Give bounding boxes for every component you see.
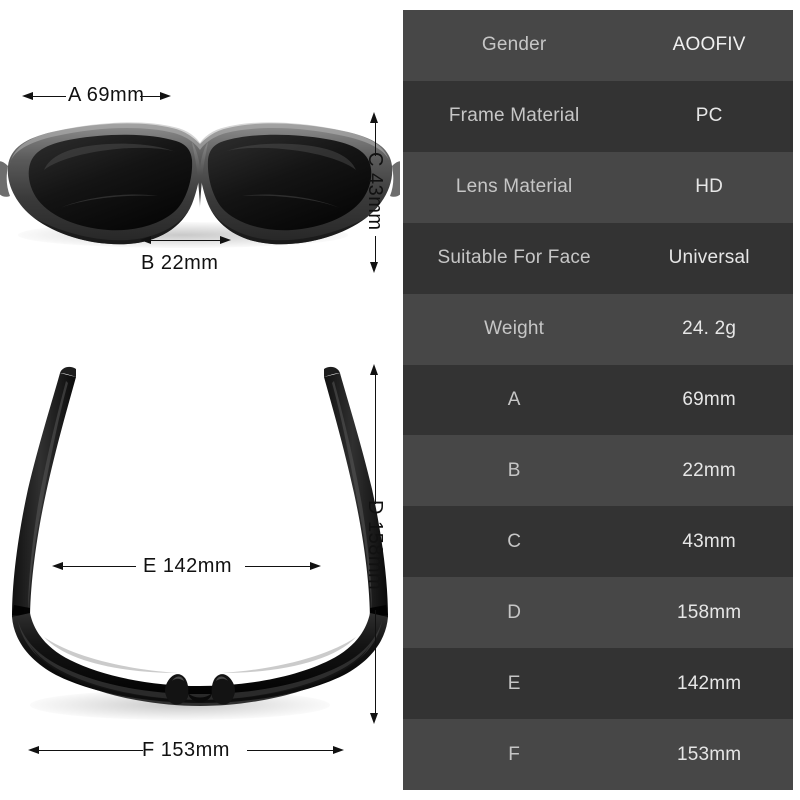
specification-table: Gender AOOFIV Frame Material PC Lens Materia… — [403, 10, 793, 790]
spec-value: Universal — [668, 247, 750, 269]
product-spec-image: A 69mm B 22mm C 43mm E 142mm F 153mm D 1… — [0, 0, 800, 800]
dim-d-line-top — [374, 374, 376, 504]
dim-d-label: D 158mm — [364, 500, 386, 591]
spec-value: HD — [695, 176, 724, 198]
dim-a-line-right — [140, 96, 162, 97]
spec-value: AOOFIV — [672, 34, 746, 56]
dim-e-line-left — [62, 566, 136, 567]
dim-f-line-left — [38, 750, 143, 751]
dim-a-label: A 69mm — [68, 84, 145, 106]
spec-value: PC — [695, 105, 723, 127]
dim-d-line-bottom — [374, 610, 376, 715]
spec-key: Gender — [481, 34, 547, 56]
dim-c-line-bottom — [374, 236, 376, 264]
table-row: A 69mm — [403, 364, 793, 436]
spec-key: Suitable For Face — [437, 247, 591, 269]
dim-a-arrow-right — [160, 92, 171, 100]
sunglasses-top-illustration — [12, 366, 388, 706]
table-row: Suitable For Face Universal — [403, 222, 793, 294]
spec-value: 24. 2g — [682, 318, 737, 340]
dim-b-label: B 22mm — [141, 252, 219, 274]
dim-f-label: F 153mm — [142, 739, 230, 761]
diagram-panel: A 69mm B 22mm C 43mm E 142mm F 153mm D 1… — [0, 0, 400, 800]
spec-value: 22mm — [682, 459, 736, 481]
spec-key: A — [507, 388, 521, 410]
spec-key: E — [507, 672, 521, 694]
spec-key: F — [508, 743, 521, 765]
dim-a-line-left — [32, 96, 66, 97]
spec-key: B — [507, 459, 521, 481]
spec-key: C — [507, 530, 522, 552]
table-row: D 158mm — [403, 577, 793, 649]
spec-key: D — [507, 601, 522, 623]
table-row: C 43mm — [403, 506, 793, 578]
spec-value: 158mm — [676, 601, 742, 623]
spec-value: 142mm — [676, 672, 742, 694]
sunglasses-front-illustration — [0, 122, 400, 245]
dim-b-arrow-right — [220, 236, 231, 244]
dim-b-line — [150, 240, 224, 241]
spec-key: Weight — [484, 318, 545, 340]
table-row: E 142mm — [403, 648, 793, 720]
dim-c-label: C 43mm — [364, 152, 386, 231]
spec-value: 69mm — [682, 388, 736, 410]
table-row: Weight 24. 2g — [403, 293, 793, 365]
spec-key: Frame Material — [448, 105, 580, 127]
dim-d-arrow-down — [370, 713, 378, 724]
table-row: Frame Material PC — [403, 80, 793, 152]
spec-value: 153mm — [676, 743, 742, 765]
dim-e-arrow-right — [310, 562, 321, 570]
dim-c-arrow-down — [370, 262, 378, 273]
spec-value: 43mm — [682, 530, 736, 552]
table-row: Lens Material HD — [403, 151, 793, 223]
table-row: F 153mm — [403, 719, 793, 790]
dim-f-line-right — [247, 750, 335, 751]
dim-c-line-top — [374, 122, 376, 156]
spec-key: Lens Material — [455, 176, 573, 198]
dim-e-line-right — [245, 566, 312, 567]
dim-e-label: E 142mm — [143, 555, 233, 577]
table-row: Gender AOOFIV — [403, 10, 793, 81]
table-row: B 22mm — [403, 435, 793, 507]
dim-f-arrow-right — [333, 746, 344, 754]
